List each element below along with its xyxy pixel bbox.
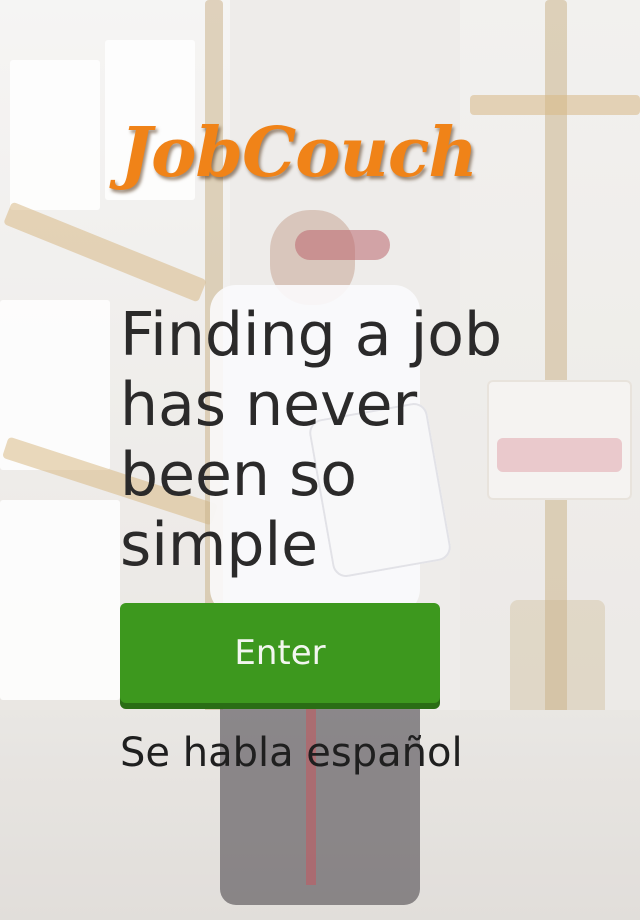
headline: Finding a job has never been so simple bbox=[120, 300, 503, 580]
jobcouch-logo: JobCouch bbox=[120, 113, 478, 193]
spanish-language-link[interactable]: Se habla español bbox=[120, 728, 480, 778]
enter-button[interactable]: Enter bbox=[120, 603, 440, 703]
